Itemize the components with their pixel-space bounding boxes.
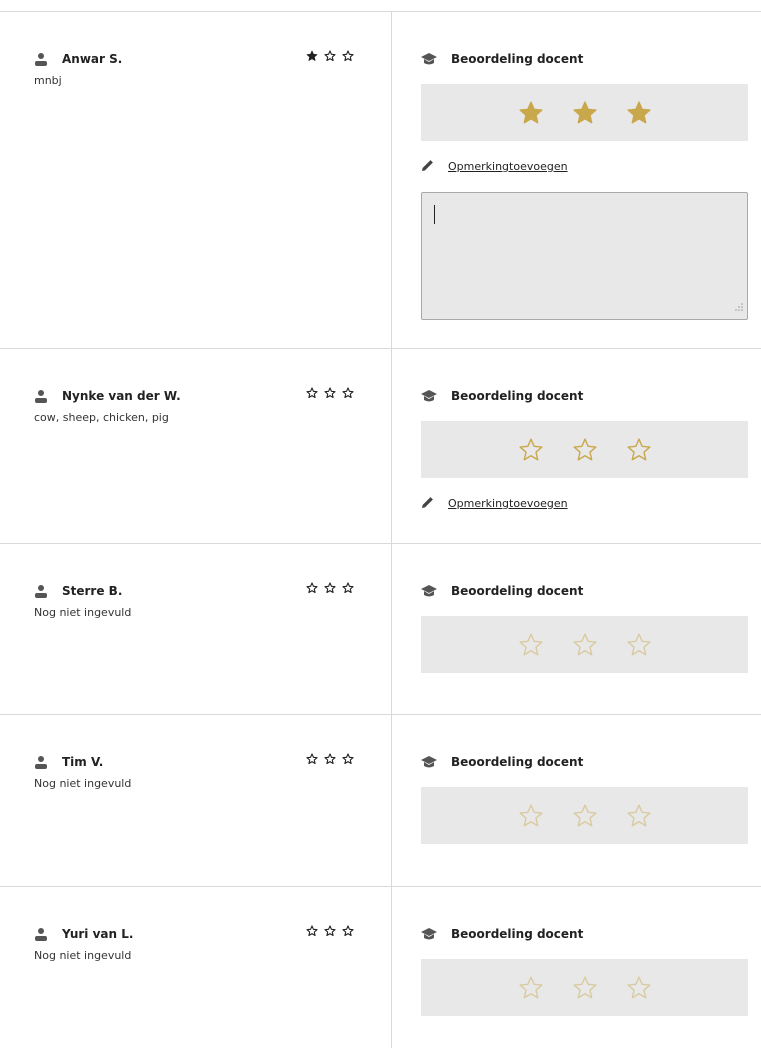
grade-title: Beoordeling docent bbox=[451, 52, 584, 66]
student-info: Nynke van der W. bbox=[34, 388, 181, 404]
student-answer: Nog niet ingevuld bbox=[34, 949, 132, 962]
teacher-grade-heading: Beoordeling docent bbox=[421, 755, 583, 769]
student-answer: cow, sheep, chicken, pig bbox=[34, 411, 169, 424]
star-outline-icon bbox=[626, 975, 652, 1001]
star-outline-icon bbox=[626, 803, 652, 829]
teacher-rating-box[interactable] bbox=[421, 84, 748, 141]
star-outline-icon bbox=[324, 925, 336, 937]
student-info: Sterre B. bbox=[34, 583, 122, 599]
graduation-cap-icon bbox=[421, 927, 437, 941]
user-icon bbox=[34, 389, 48, 403]
star-outline-icon bbox=[572, 803, 598, 829]
graduation-cap-icon bbox=[421, 584, 437, 598]
grade-title: Beoordeling docent bbox=[451, 927, 584, 941]
student-info: Anwar S. bbox=[34, 51, 122, 67]
self-rating bbox=[306, 50, 354, 62]
self-rating bbox=[306, 582, 354, 594]
pencil-icon bbox=[421, 157, 434, 176]
grade-title: Beoordeling docent bbox=[451, 584, 584, 598]
teacher-grade-heading: Beoordeling docent bbox=[421, 52, 583, 66]
graduation-cap-icon bbox=[421, 755, 437, 769]
teacher-grade-heading: Beoordeling docent bbox=[421, 584, 583, 598]
star-outline-icon bbox=[342, 753, 354, 765]
pencil-icon bbox=[421, 494, 434, 513]
star-outline-icon bbox=[626, 632, 652, 658]
student-info: Yuri van L. bbox=[34, 926, 133, 942]
comment-textarea[interactable] bbox=[421, 192, 748, 320]
student-answer: Nog niet ingevuld bbox=[34, 606, 132, 619]
star-outline-icon bbox=[342, 582, 354, 594]
text-cursor bbox=[434, 205, 435, 224]
star-outline-icon bbox=[306, 582, 318, 594]
user-icon bbox=[34, 927, 48, 941]
student-answer: mnbj bbox=[34, 74, 62, 87]
star-outline-icon bbox=[572, 975, 598, 1001]
star-outline-icon bbox=[306, 387, 318, 399]
star-outline-icon bbox=[324, 753, 336, 765]
self-rating bbox=[306, 753, 354, 765]
star-outline-icon bbox=[572, 632, 598, 658]
student-answer: Nog niet ingevuld bbox=[34, 777, 132, 790]
teacher-grade-heading: Beoordeling docent bbox=[421, 927, 583, 941]
submission-row: Nynke van der W. cow, sheep, chicken, pi… bbox=[0, 349, 761, 544]
student-name: Tim V. bbox=[62, 755, 104, 769]
star-filled-icon[interactable] bbox=[572, 100, 598, 126]
add-comment-link[interactable]: Opmerkingtoevoegen bbox=[421, 494, 568, 513]
star-outline-icon bbox=[306, 925, 318, 937]
graduation-cap-icon bbox=[421, 52, 437, 66]
star-outline-icon bbox=[342, 50, 354, 62]
submission-row: Yuri van L. Nog niet ingevuld Beoordelin… bbox=[0, 887, 761, 1048]
star-outline-icon bbox=[306, 753, 318, 765]
student-name: Anwar S. bbox=[62, 52, 123, 66]
star-outline-icon bbox=[342, 925, 354, 937]
star-outline-icon[interactable] bbox=[626, 437, 652, 463]
star-outline-icon bbox=[324, 582, 336, 594]
resize-handle-icon[interactable] bbox=[735, 296, 743, 315]
self-rating bbox=[306, 387, 354, 399]
submission-row: Anwar S. mnbj Beoordeling docent Opmerki… bbox=[0, 12, 761, 349]
student-name: Nynke van der W. bbox=[62, 389, 181, 403]
star-outline-icon bbox=[518, 975, 544, 1001]
student-name: Yuri van L. bbox=[62, 927, 134, 941]
submission-row: Tim V. Nog niet ingevuld Beoordeling doc… bbox=[0, 715, 761, 887]
user-icon bbox=[34, 755, 48, 769]
student-name: Sterre B. bbox=[62, 584, 123, 598]
star-outline-icon bbox=[342, 387, 354, 399]
star-outline-icon bbox=[324, 50, 336, 62]
star-outline-icon bbox=[324, 387, 336, 399]
star-outline-icon[interactable] bbox=[572, 437, 598, 463]
star-outline-icon[interactable] bbox=[518, 437, 544, 463]
star-filled-icon bbox=[306, 50, 318, 62]
user-icon bbox=[34, 584, 48, 598]
teacher-rating-box bbox=[421, 959, 748, 1016]
add-comment-label: Opmerkingtoevoegen bbox=[448, 160, 568, 173]
self-rating bbox=[306, 925, 354, 937]
submission-row: Sterre B. Nog niet ingevuld Beoordeling … bbox=[0, 544, 761, 715]
star-filled-icon[interactable] bbox=[518, 100, 544, 126]
graduation-cap-icon bbox=[421, 389, 437, 403]
teacher-rating-box bbox=[421, 616, 748, 673]
student-info: Tim V. bbox=[34, 754, 103, 770]
teacher-grade-heading: Beoordeling docent bbox=[421, 389, 583, 403]
user-icon bbox=[34, 52, 48, 66]
star-filled-icon[interactable] bbox=[626, 100, 652, 126]
grade-title: Beoordeling docent bbox=[451, 755, 584, 769]
add-comment-label: Opmerkingtoevoegen bbox=[448, 497, 568, 510]
add-comment-link[interactable]: Opmerkingtoevoegen bbox=[421, 157, 568, 176]
teacher-rating-box bbox=[421, 787, 748, 844]
star-outline-icon bbox=[518, 803, 544, 829]
grade-title: Beoordeling docent bbox=[451, 389, 584, 403]
teacher-rating-box[interactable] bbox=[421, 421, 748, 478]
star-outline-icon bbox=[518, 632, 544, 658]
